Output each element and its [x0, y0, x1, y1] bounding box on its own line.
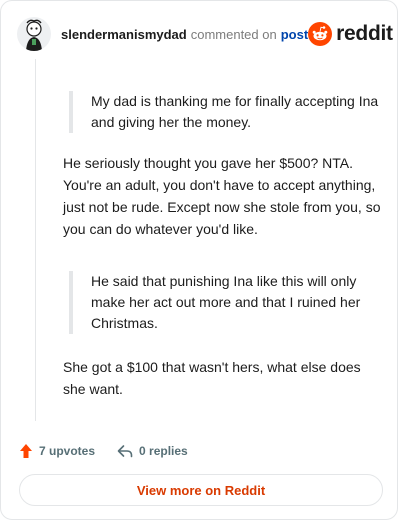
avatar-figure-icon — [17, 17, 51, 51]
username[interactable]: slendermanismydad — [61, 27, 187, 42]
replies[interactable]: 0 replies — [117, 444, 188, 458]
comment-footer: 7 upvotes 0 replies — [19, 441, 188, 461]
comment-header: slendermanismydad commented on post redd… — [17, 17, 393, 51]
thread-line — [35, 59, 36, 421]
blockquote-1: My dad is thanking me for finally accept… — [69, 91, 391, 133]
embedded-comment-card: slendermanismydad commented on post redd… — [0, 0, 398, 520]
reply-count: 0 replies — [139, 444, 188, 458]
view-more-button[interactable]: View more on Reddit — [19, 474, 383, 506]
comment-paragraph-1: He seriously thought you gave her $500? … — [63, 155, 381, 237]
user-avatar[interactable] — [17, 17, 51, 51]
reddit-snoo-icon — [308, 22, 333, 46]
post-link[interactable]: post — [281, 27, 308, 42]
comment-paragraph-2: She got a $100 that wasn't hers, what el… — [63, 359, 361, 397]
reddit-wordmark: reddit — [336, 22, 393, 45]
reply-arrow-icon — [117, 445, 133, 458]
reddit-logo[interactable]: reddit — [308, 22, 393, 46]
upvote-count: 7 upvotes — [39, 444, 96, 458]
upvote-arrow-icon — [20, 444, 32, 458]
blockquote-2: He said that punishing Ina like this wil… — [69, 271, 391, 334]
commented-on-label: commented on — [190, 26, 277, 42]
upvotes[interactable]: 7 upvotes — [19, 443, 95, 459]
